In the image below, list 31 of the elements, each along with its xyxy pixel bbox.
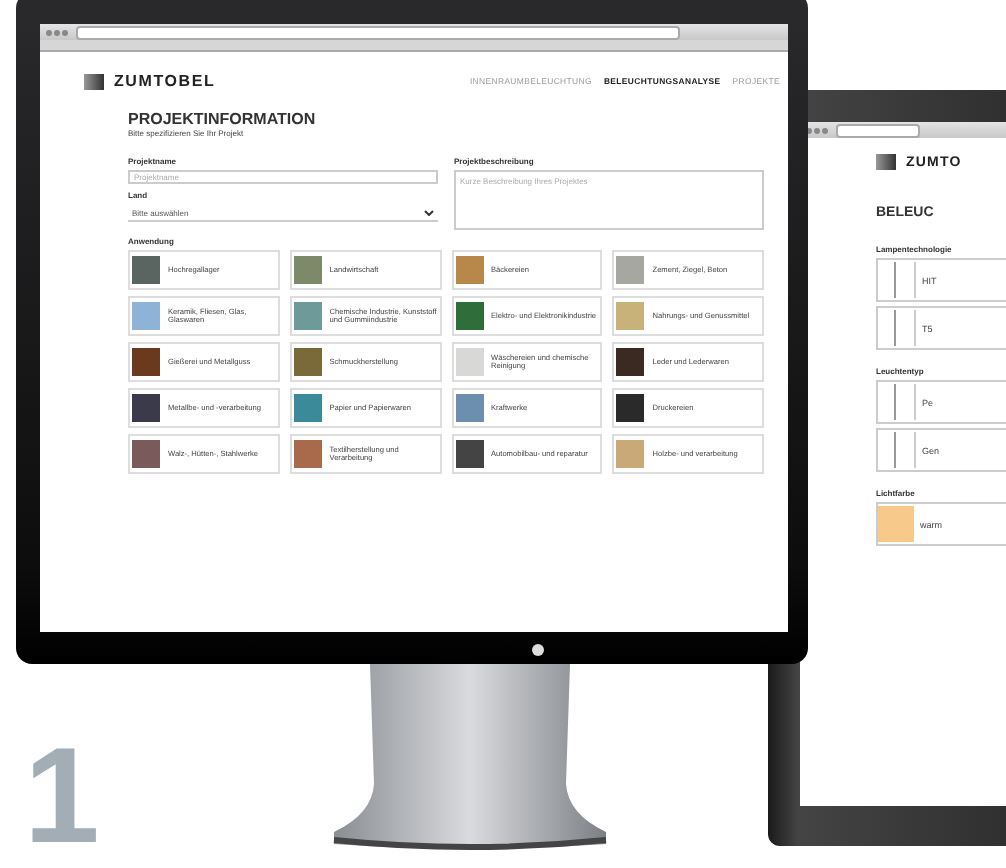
photo-placeholder (455, 394, 483, 422)
camera-dot (532, 644, 544, 656)
photo-placeholder (455, 302, 483, 330)
photo-placeholder (132, 440, 160, 468)
photo-placeholder (132, 302, 160, 330)
photo-placeholder (132, 348, 160, 376)
photo-placeholder (455, 256, 483, 284)
window-controls-icon (46, 29, 68, 35)
photo-placeholder (616, 302, 645, 330)
photo-placeholder (293, 256, 322, 284)
photo-placeholder (293, 348, 322, 376)
logo-icon (84, 73, 104, 89)
photo-placeholder (293, 302, 322, 330)
chevron-down-icon (424, 209, 434, 215)
photo-placeholder (293, 440, 322, 468)
page-heading: PROJEKTINFORMATION (128, 110, 318, 128)
address-field[interactable] (76, 25, 680, 39)
photo-placeholder (132, 394, 160, 422)
address-field[interactable] (836, 123, 920, 137)
logo-text: ZUMTOBEL (114, 72, 216, 90)
photo-placeholder (616, 256, 645, 284)
photo-placeholder (616, 440, 645, 468)
color-swatch (878, 506, 914, 542)
photo-placeholder (455, 440, 483, 468)
photo-placeholder (616, 394, 645, 422)
step-number: 1 (24, 728, 100, 864)
photo-placeholder (455, 348, 483, 376)
logo-icon (876, 154, 896, 170)
photo-placeholder (132, 256, 160, 284)
photo-placeholder (616, 348, 645, 376)
photo-placeholder (293, 394, 322, 422)
